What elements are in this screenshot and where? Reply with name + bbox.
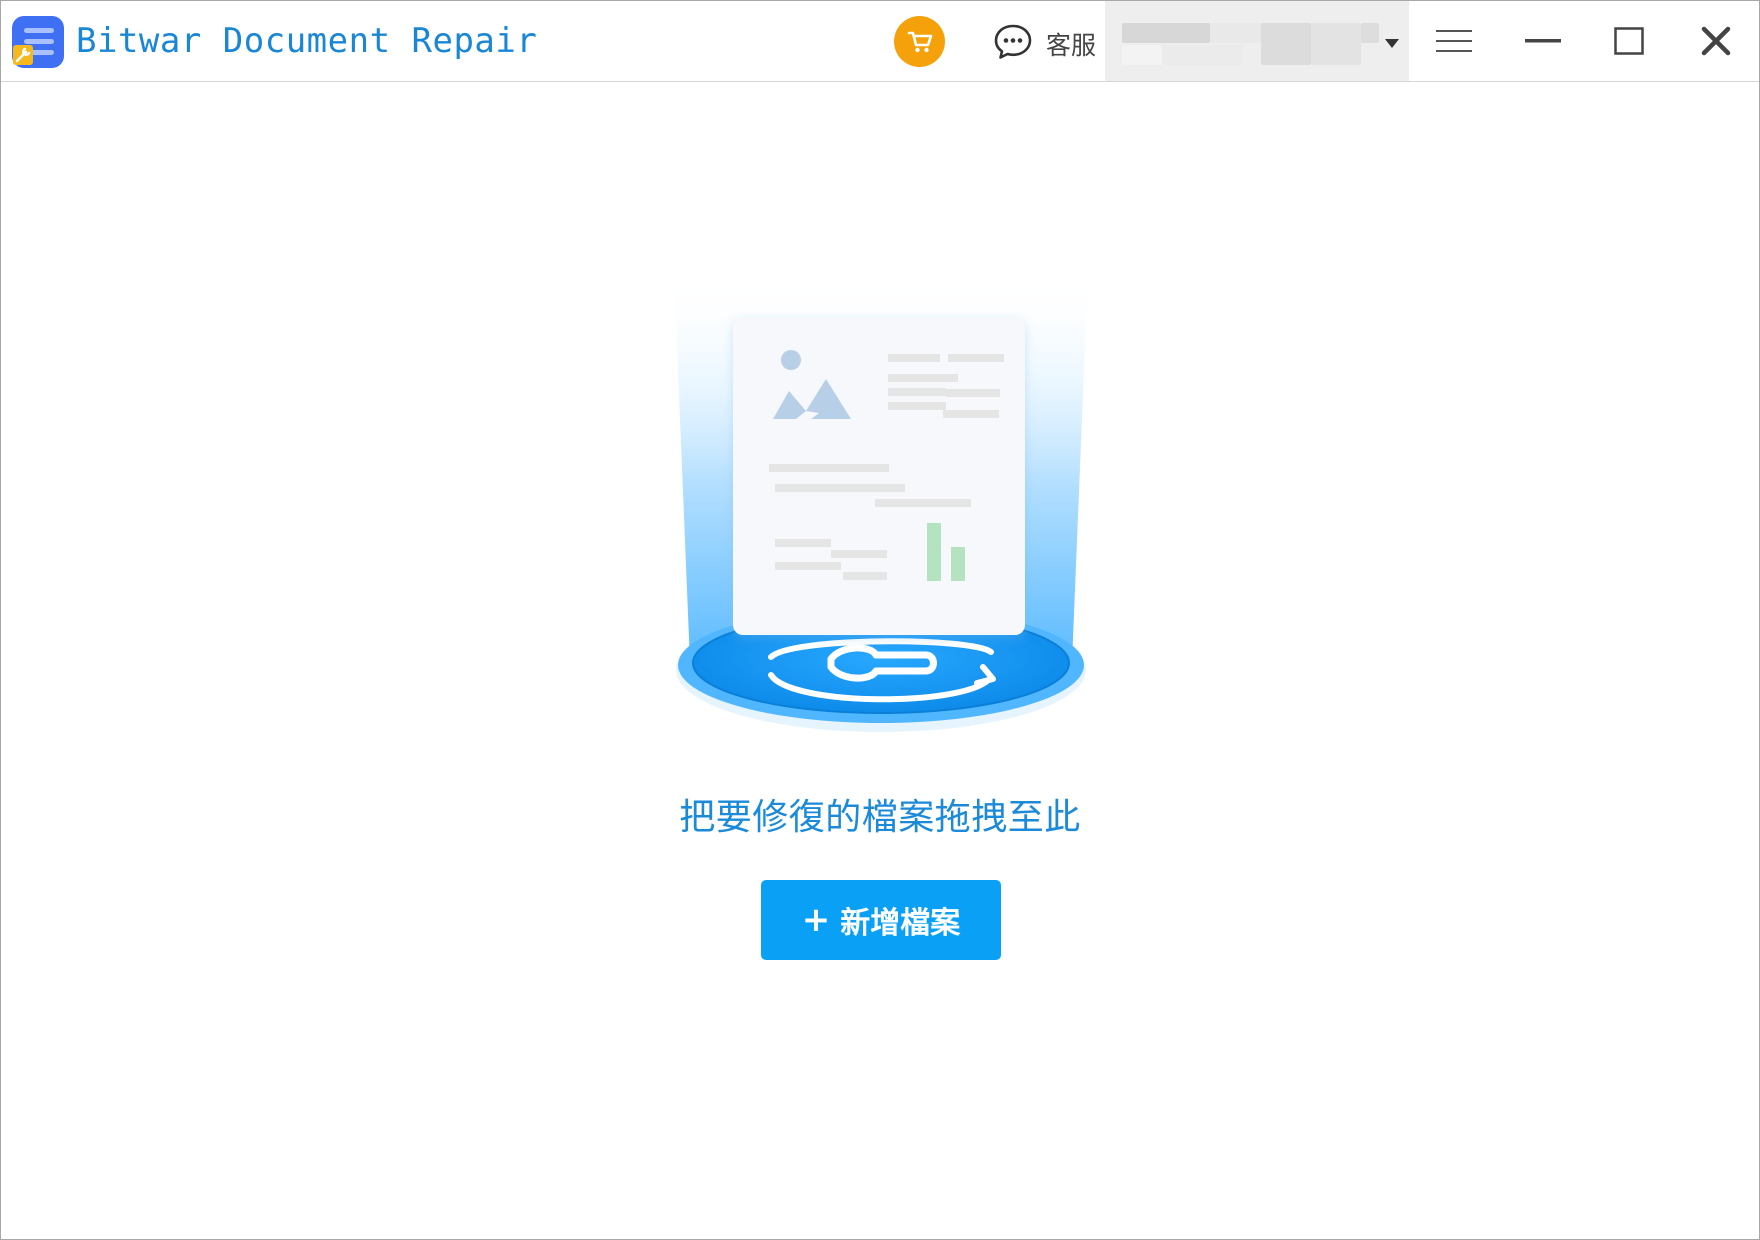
- customer-service-label: 客服: [1046, 31, 1097, 60]
- drop-zone[interactable]: 把要修復的檔案拖拽至此 + 新增檔案: [1, 82, 1759, 1239]
- account-avatar-blurred: [1261, 23, 1311, 65]
- add-file-label: 新增檔案: [840, 906, 961, 941]
- drop-hint-text: 把要修復的檔案拖拽至此: [679, 797, 1081, 838]
- maximize-button[interactable]: [1589, 1, 1669, 81]
- minimize-button[interactable]: [1503, 1, 1583, 81]
- account-avatar-blurred-3: [1361, 23, 1379, 43]
- plus-icon: +: [801, 900, 831, 940]
- account-detail-blurred-2: [1162, 45, 1242, 65]
- account-name-blurred: [1122, 23, 1210, 43]
- app-window: Bitwar Document Repair 客服 把要修復的檔案拖拽至此 + …: [0, 0, 1760, 1240]
- account-avatar-blurred-2: [1311, 23, 1361, 65]
- document-repair-illustration: [671, 267, 1091, 737]
- caret-down-icon[interactable]: [1385, 39, 1399, 48]
- title-bar[interactable]: Bitwar Document Repair 客服: [1, 1, 1759, 82]
- document-repair-logo-icon: [11, 15, 65, 69]
- main-menu-button[interactable]: [1414, 1, 1494, 81]
- close-button[interactable]: [1676, 1, 1756, 81]
- add-file-button[interactable]: + 新增檔案: [761, 880, 1001, 960]
- app-title: Bitwar Document Repair: [76, 21, 538, 61]
- account-menu[interactable]: [1105, 1, 1409, 81]
- account-detail-blurred: [1122, 45, 1162, 65]
- cart-button[interactable]: [894, 16, 945, 67]
